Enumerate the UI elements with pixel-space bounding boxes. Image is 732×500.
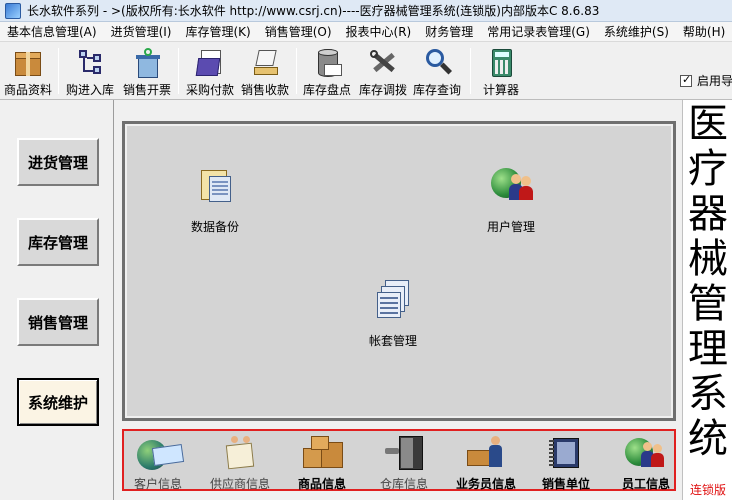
- tool-calculator-button[interactable]: 计算器: [476, 44, 526, 98]
- toolbar-separator: [296, 48, 297, 94]
- menu-sales[interactable]: 销售管理(O): [258, 23, 339, 40]
- toolbar-separator: [58, 48, 59, 94]
- tool-sales-invoice-button[interactable]: 销售开票: [120, 44, 174, 98]
- warehouse-door-icon: [381, 434, 427, 474]
- menu-basic-info[interactable]: 基本信息管理(A): [0, 23, 104, 40]
- salesperson-info-item[interactable]: 业务员信息: [446, 434, 526, 492]
- menu-bar: 基本信息管理(A) 进货管理(I) 库存管理(K) 销售管理(O) 报表中心(R…: [0, 22, 732, 42]
- salesman-icon: [463, 434, 509, 474]
- title-bar: 长水软件系列 - >(版权所有:长水软件 http://www.csrj.cn)…: [0, 0, 732, 22]
- tool-sales-receipt-button[interactable]: 销售收款: [238, 44, 292, 98]
- handshake-icon: [217, 434, 263, 474]
- account-set-management-item[interactable]: 帐套管理: [369, 278, 417, 349]
- staff-globe-icon: [623, 434, 669, 474]
- folder-doc-icon: [193, 46, 227, 79]
- left-nav-panel: 进货管理 库存管理 销售管理 系统维护: [0, 100, 114, 500]
- menu-purchase[interactable]: 进货管理(I): [104, 23, 179, 40]
- customer-info-item[interactable]: 客户信息: [118, 434, 198, 492]
- edition-label: 连锁版: [689, 483, 726, 497]
- main-panel: 数据备份 用户管理 帐套管理: [122, 121, 676, 421]
- region-globe-icon: [135, 434, 185, 474]
- staff-info-item[interactable]: 员工信息: [606, 434, 686, 492]
- banner-char: 疗: [688, 146, 728, 192]
- banner-char: 医: [688, 101, 728, 147]
- tool-purchase-in-button[interactable]: 购进入库: [64, 44, 116, 98]
- banner-char: 管: [688, 281, 728, 327]
- laptop-icon: [248, 46, 282, 79]
- tool-stock-query-button[interactable]: 库存查询: [410, 44, 464, 98]
- supplier-info-item[interactable]: 供应商信息: [200, 434, 280, 492]
- nav-system-button[interactable]: 系统维护: [17, 378, 99, 426]
- quick-access-strip: 客户信息 供应商信息 商品信息 仓库信息 业务员信息 销售单位 员工信息: [122, 429, 676, 491]
- window-title: 长水软件系列 - >(版权所有:长水软件 http://www.csrj.cn)…: [27, 4, 600, 18]
- menu-inventory[interactable]: 库存管理(K): [178, 23, 257, 40]
- work-area: 数据备份 用户管理 帐套管理 客户信息 供应商信息 商品信息 仓库信息 业务员信…: [114, 112, 682, 500]
- data-backup-item[interactable]: 数据备份: [191, 164, 239, 235]
- nav-sales-button[interactable]: 销售管理: [17, 298, 99, 346]
- cardboard-boxes-icon: [299, 434, 345, 474]
- warehouse-info-item[interactable]: 仓库信息: [364, 434, 444, 492]
- checkbox-box[interactable]: [680, 73, 692, 87]
- toolbar: 商品资料 购进入库 销售开票 采购付款 销售收款 库存盘点 库存调拨 库存查询 …: [0, 42, 732, 100]
- banner-char: 系: [688, 371, 728, 417]
- flowchart-icon: [73, 46, 107, 79]
- menu-records[interactable]: 常用记录表管理(G): [480, 23, 597, 40]
- tools-icon: [366, 46, 400, 79]
- menu-system[interactable]: 系统维护(S): [597, 23, 676, 40]
- users-globe-icon: [489, 164, 533, 208]
- banner-char: 理: [688, 326, 728, 372]
- tool-transfer-button[interactable]: 库存调拨: [356, 44, 410, 98]
- tool-products-button[interactable]: 商品资料: [2, 44, 54, 98]
- sales-book-icon: [543, 434, 589, 474]
- enable-guide-checkbox[interactable]: 启用导: [680, 72, 732, 89]
- nav-purchase-button[interactable]: 进货管理: [17, 138, 99, 186]
- calculator-icon: [484, 46, 518, 79]
- sales-unit-item[interactable]: 销售单位: [526, 434, 606, 492]
- nav-inventory-button[interactable]: 库存管理: [17, 218, 99, 266]
- menu-reports[interactable]: 报表中心(R): [339, 23, 419, 40]
- app-icon: [5, 2, 21, 19]
- checkbox-label: 启用导: [697, 74, 732, 88]
- tool-stocktake-button[interactable]: 库存盘点: [300, 44, 354, 98]
- tool-purchase-payment-button[interactable]: 采购付款: [184, 44, 236, 98]
- banner-char: 统: [688, 416, 728, 462]
- user-management-item[interactable]: 用户管理: [487, 164, 535, 235]
- recycle-bin-icon: [130, 46, 164, 79]
- database-icon: [310, 46, 344, 79]
- ledger-stack-icon: [371, 278, 415, 322]
- menu-finance[interactable]: 财务管理: [418, 23, 480, 40]
- toolbar-separator: [178, 48, 179, 94]
- magnifier-icon: [420, 46, 454, 79]
- boxes-icon: [11, 46, 45, 79]
- product-name-banner: 医 疗 器 械 管 理 系 统 连锁版: [682, 100, 732, 500]
- banner-char: 械: [688, 236, 728, 282]
- folder-backup-icon: [193, 164, 237, 208]
- toolbar-separator: [470, 48, 471, 94]
- product-info-item[interactable]: 商品信息: [282, 434, 362, 492]
- banner-char: 器: [688, 191, 728, 237]
- menu-help[interactable]: 帮助(H): [676, 23, 732, 40]
